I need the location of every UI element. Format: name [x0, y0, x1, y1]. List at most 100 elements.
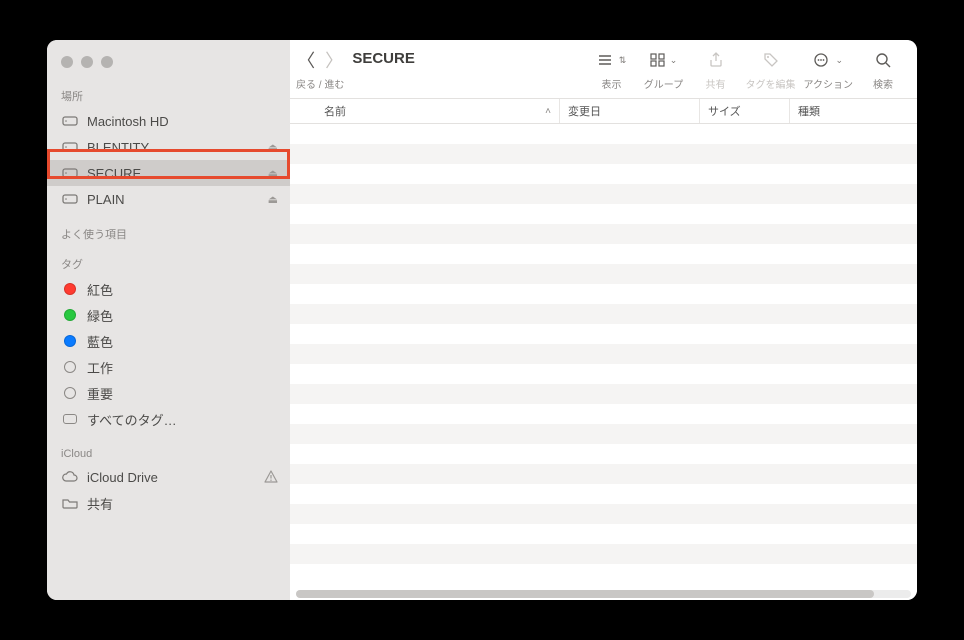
window-title: SECURE — [352, 50, 581, 67]
sidebar-item-label: iCloud Drive — [87, 470, 256, 485]
sidebar-tag-green[interactable]: 緑色 — [47, 302, 290, 328]
sidebar-item-label: 重要 — [87, 384, 280, 403]
sidebar-item-label: 共有 — [87, 494, 280, 513]
search-button[interactable]: 検索 — [861, 48, 905, 91]
sidebar-item-label: Macintosh HD — [87, 114, 280, 129]
action-icon: ⌄ — [813, 48, 843, 72]
minimize-button[interactable] — [81, 56, 93, 68]
scrollbar-thumb[interactable] — [296, 590, 874, 598]
sidebar-section-icloud: iCloud — [47, 442, 290, 464]
list-row-empty — [290, 564, 917, 584]
list-view-icon: ⇅ — [597, 48, 627, 72]
sidebar-item-label: 紅色 — [87, 280, 280, 299]
list-row-empty — [290, 304, 917, 324]
close-button[interactable] — [61, 56, 73, 68]
disk-icon — [61, 167, 79, 179]
sidebar-tag-red[interactable]: 紅色 — [47, 276, 290, 302]
sidebar-item-label: PLAIN — [87, 192, 260, 207]
sidebar-section-tags: タグ — [47, 250, 290, 276]
sidebar-item-blentity[interactable]: BLENTITY ⏏ — [47, 134, 290, 160]
column-headers: 名前 ˄ 変更日 サイズ 種類 — [290, 98, 917, 124]
column-kind[interactable]: 種類 — [790, 99, 917, 123]
cloud-icon — [61, 471, 79, 483]
sidebar-tag-important[interactable]: 重要 — [47, 380, 290, 406]
search-caption: 検索 — [873, 76, 893, 91]
tag-icon — [763, 48, 779, 72]
nav-back-forward: 〈 〉 戻る / 進む — [296, 48, 344, 91]
sidebar-item-secure[interactable]: SECURE ⏏ — [47, 160, 290, 186]
column-size[interactable]: サイズ — [700, 99, 790, 123]
sidebar-item-label: 工作 — [87, 358, 280, 377]
tag-dot-icon — [61, 283, 79, 295]
list-row-empty — [290, 284, 917, 304]
sort-indicator-icon: ˄ — [545, 106, 551, 117]
share-icon — [709, 48, 723, 72]
column-name-label: 名前 — [324, 103, 346, 119]
disk-icon — [61, 115, 79, 127]
group-button[interactable]: ⌄ グループ — [642, 48, 686, 91]
list-row-empty — [290, 164, 917, 184]
sidebar-section-favorites: よく使う項目 — [47, 220, 290, 246]
share-caption: 共有 — [706, 76, 726, 91]
chevron-updown-icon: ⇅ — [619, 55, 627, 66]
list-row-empty — [290, 144, 917, 164]
tag-dot-icon — [61, 335, 79, 347]
folder-icon — [61, 497, 79, 509]
list-row-empty — [290, 384, 917, 404]
file-list[interactable] — [290, 124, 917, 600]
zoom-button[interactable] — [101, 56, 113, 68]
eject-icon[interactable]: ⏏ — [268, 193, 280, 206]
window-controls — [47, 50, 290, 82]
list-row-empty — [290, 204, 917, 224]
edit-tags-button[interactable]: タグを編集 — [746, 48, 796, 91]
list-row-empty — [290, 504, 917, 524]
tag-ring-icon — [61, 361, 79, 373]
chevron-down-icon: ⌄ — [835, 55, 843, 66]
forward-button[interactable]: 〉 — [325, 47, 343, 73]
sidebar-item-label: すべてのタグ… — [87, 410, 280, 429]
finder-window: 場所 Macintosh HD BLENTITY ⏏ SECURE ⏏ — [47, 40, 917, 600]
share-button[interactable]: 共有 — [694, 48, 738, 91]
list-row-empty — [290, 224, 917, 244]
list-row-empty — [290, 324, 917, 344]
chevron-down-icon: ⌄ — [670, 55, 678, 66]
view-caption: 表示 — [602, 76, 622, 91]
nav-caption: 戻る / 進む — [296, 76, 344, 91]
list-row-empty — [290, 244, 917, 264]
list-row-empty — [290, 344, 917, 364]
tags-caption: タグを編集 — [746, 76, 796, 91]
eject-icon[interactable]: ⏏ — [268, 167, 280, 180]
list-row-empty — [290, 184, 917, 204]
list-row-empty — [290, 264, 917, 284]
sidebar-item-macintosh-hd[interactable]: Macintosh HD — [47, 108, 290, 134]
sidebar-tag-work[interactable]: 工作 — [47, 354, 290, 380]
column-name[interactable]: 名前 ˄ — [290, 99, 560, 123]
sidebar-item-label: BLENTITY — [87, 140, 260, 155]
list-row-empty — [290, 444, 917, 464]
column-kind-label: 種類 — [798, 103, 820, 119]
sidebar-item-icloud-drive[interactable]: iCloud Drive — [47, 464, 290, 490]
sidebar-all-tags[interactable]: すべてのタグ… — [47, 406, 290, 432]
group-caption: グループ — [644, 76, 683, 91]
list-row-empty — [290, 404, 917, 424]
list-row-empty — [290, 544, 917, 564]
sidebar-item-label: 藍色 — [87, 332, 280, 351]
grid-icon: ⌄ — [650, 48, 678, 72]
back-button[interactable]: 〈 — [297, 47, 315, 73]
list-row-empty — [290, 364, 917, 384]
warning-icon — [264, 470, 280, 484]
list-row-empty — [290, 484, 917, 504]
column-date[interactable]: 変更日 — [560, 99, 700, 123]
sidebar-tag-blue[interactable]: 藍色 — [47, 328, 290, 354]
list-row-empty — [290, 424, 917, 444]
sidebar: 場所 Macintosh HD BLENTITY ⏏ SECURE ⏏ — [47, 40, 290, 600]
eject-icon[interactable]: ⏏ — [268, 141, 280, 154]
main-panel: 〈 〉 戻る / 進む SECURE ⇅ 表示 ⌄ — [290, 40, 917, 600]
view-button[interactable]: ⇅ 表示 — [590, 48, 634, 91]
sidebar-section-locations: 場所 — [47, 82, 290, 108]
horizontal-scrollbar[interactable] — [296, 590, 911, 598]
sidebar-item-shared[interactable]: 共有 — [47, 490, 290, 516]
disk-icon — [61, 141, 79, 153]
sidebar-item-plain[interactable]: PLAIN ⏏ — [47, 186, 290, 212]
action-button[interactable]: ⌄ アクション — [804, 48, 854, 91]
